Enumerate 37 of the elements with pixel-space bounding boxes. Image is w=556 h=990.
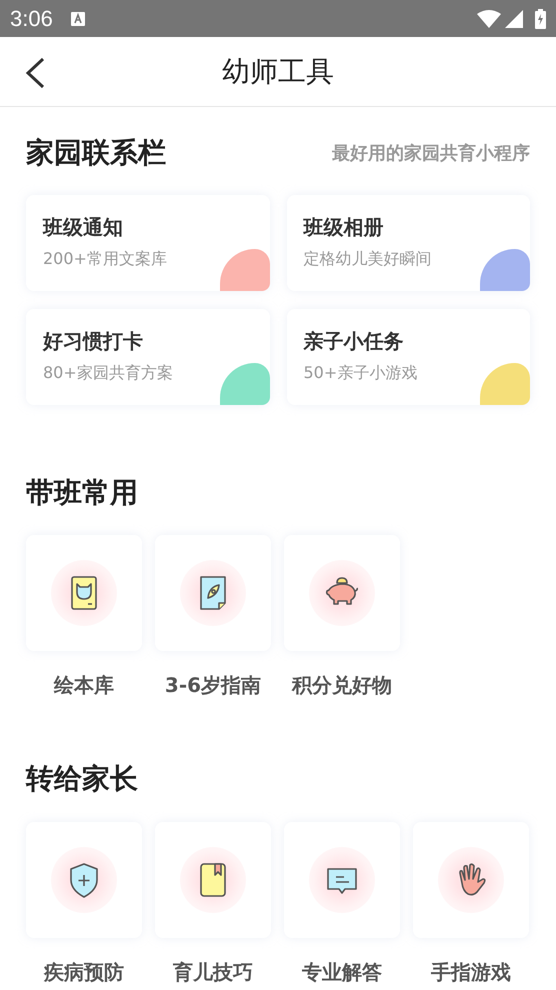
feature-card[interactable]: 班级通知 200+常用文案库 <box>26 195 270 291</box>
feature-card[interactable]: 亲子小任务 50+亲子小游戏 <box>286 309 530 405</box>
keyboard-icon <box>70 12 85 26</box>
section-title: 家园联系栏 <box>26 135 166 171</box>
section-title: 转给家长 <box>26 761 139 797</box>
tool-tile[interactable] <box>284 822 400 938</box>
tool-tile[interactable] <box>26 822 142 938</box>
tool-tile[interactable] <box>413 822 529 938</box>
battery-icon <box>535 8 546 28</box>
tool-label: 手指游戏 <box>431 959 511 986</box>
tool-label: 专业解答 <box>302 959 382 986</box>
card-description: 定格幼儿美好瞬间 <box>304 248 432 270</box>
card-title: 好习惯打卡 <box>43 328 144 355</box>
card-title: 班级相册 <box>304 214 384 241</box>
feature-card[interactable]: 好习惯打卡 80+家园共育方案 <box>26 309 270 405</box>
page-title: 幼师工具 <box>222 54 334 90</box>
signal-icon <box>505 10 523 28</box>
feature-card[interactable]: 班级相册 定格幼儿美好瞬间 <box>286 195 530 291</box>
tool-tile[interactable] <box>26 535 142 651</box>
card-title: 班级通知 <box>43 214 124 241</box>
wifi-icon <box>477 10 501 28</box>
tool-tile[interactable] <box>155 822 271 938</box>
tool-label: 育儿技巧 <box>173 959 253 986</box>
tool-label: 3-6岁指南 <box>164 672 262 699</box>
card-description: 50+亲子小游戏 <box>304 362 418 384</box>
tool-tile[interactable] <box>284 535 400 651</box>
tool-label: 积分兑好物 <box>292 672 392 699</box>
card-title: 亲子小任务 <box>304 328 404 355</box>
tool-label: 绘本库 <box>54 672 114 699</box>
card-description: 200+常用文案库 <box>43 248 168 270</box>
section-subtitle: 最好用的家园共育小程序 <box>332 142 530 166</box>
back-icon[interactable] <box>24 57 46 89</box>
tool-label: 疾病预防 <box>44 959 124 986</box>
section-title: 带班常用 <box>26 475 139 511</box>
status-time: 3:06 <box>10 5 53 33</box>
tool-tile[interactable] <box>155 535 271 651</box>
card-description: 80+家园共育方案 <box>43 362 174 384</box>
